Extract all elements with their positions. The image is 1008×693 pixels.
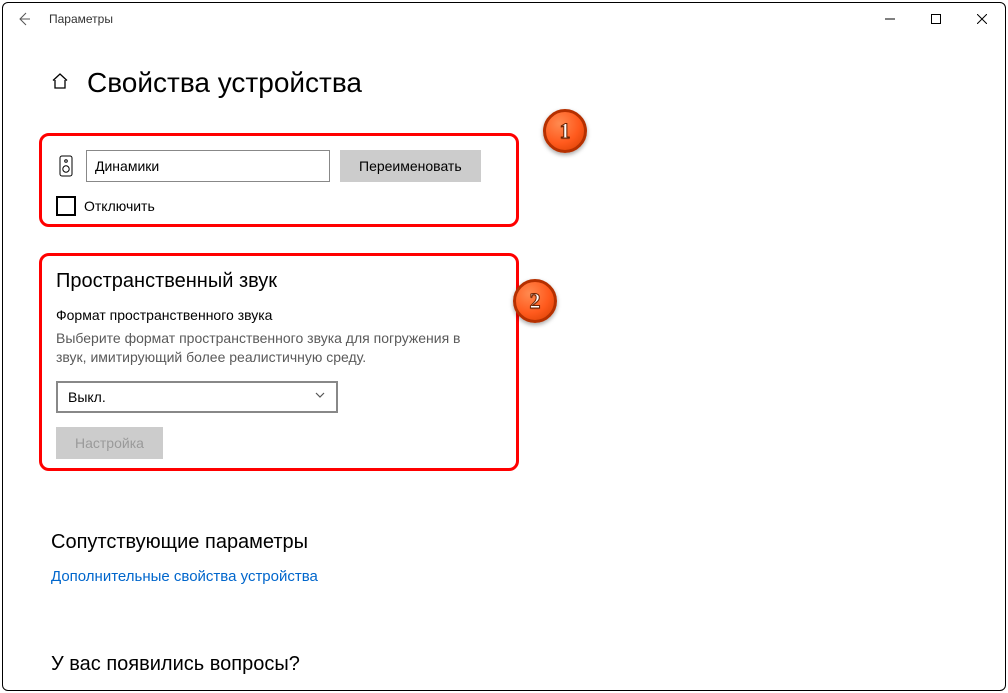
disable-label: Отключить — [84, 198, 155, 214]
additional-properties-link[interactable]: Дополнительные свойства устройства — [51, 568, 318, 585]
home-icon[interactable] — [51, 72, 69, 95]
close-icon — [977, 14, 987, 24]
callout-number: 2 — [530, 288, 541, 314]
help-heading: У вас появились вопросы? — [51, 653, 300, 676]
window-title: Параметры — [45, 12, 113, 26]
callout-1: 1 — [543, 109, 587, 153]
callout-2: 2 — [513, 279, 557, 323]
maximize-button[interactable] — [913, 3, 959, 35]
highlight-box-spatial: Пространственный звук Формат пространств… — [39, 253, 519, 471]
titlebar: Параметры — [3, 3, 1005, 35]
page-header: Свойства устройства — [51, 67, 957, 99]
configure-button[interactable]: Настройка — [56, 427, 163, 459]
related-heading: Сопутствующие параметры — [51, 531, 318, 554]
spatial-description: Выберите формат пространственного звука … — [56, 329, 486, 367]
device-row: Переименовать — [56, 150, 502, 182]
minimize-icon — [885, 14, 895, 24]
device-name-input[interactable] — [86, 150, 330, 182]
spatial-format-value: Выкл. — [68, 389, 106, 405]
rename-button[interactable]: Переименовать — [340, 150, 481, 182]
close-button[interactable] — [959, 3, 1005, 35]
maximize-icon — [931, 14, 941, 24]
chevron-down-icon — [314, 389, 326, 404]
callout-number: 1 — [560, 118, 571, 144]
window-controls — [867, 3, 1005, 35]
speaker-icon — [56, 155, 76, 177]
spatial-format-label: Формат пространственного звука — [56, 307, 502, 323]
spatial-heading: Пространственный звук — [56, 270, 502, 293]
settings-window: Параметры Свойства устройства — [2, 2, 1006, 691]
help-section: У вас появились вопросы? — [51, 653, 300, 676]
spatial-format-select[interactable]: Выкл. — [56, 381, 338, 413]
highlight-box-device: Переименовать Отключить — [39, 133, 519, 227]
back-button[interactable] — [3, 3, 45, 35]
page-title: Свойства устройства — [87, 67, 362, 99]
related-section: Сопутствующие параметры Дополнительные с… — [51, 531, 318, 586]
content-area: Свойства устройства Переименовать Отключ… — [3, 35, 1005, 690]
disable-row: Отключить — [56, 196, 502, 216]
minimize-button[interactable] — [867, 3, 913, 35]
disable-checkbox[interactable] — [56, 196, 76, 216]
arrow-left-icon — [16, 11, 32, 27]
